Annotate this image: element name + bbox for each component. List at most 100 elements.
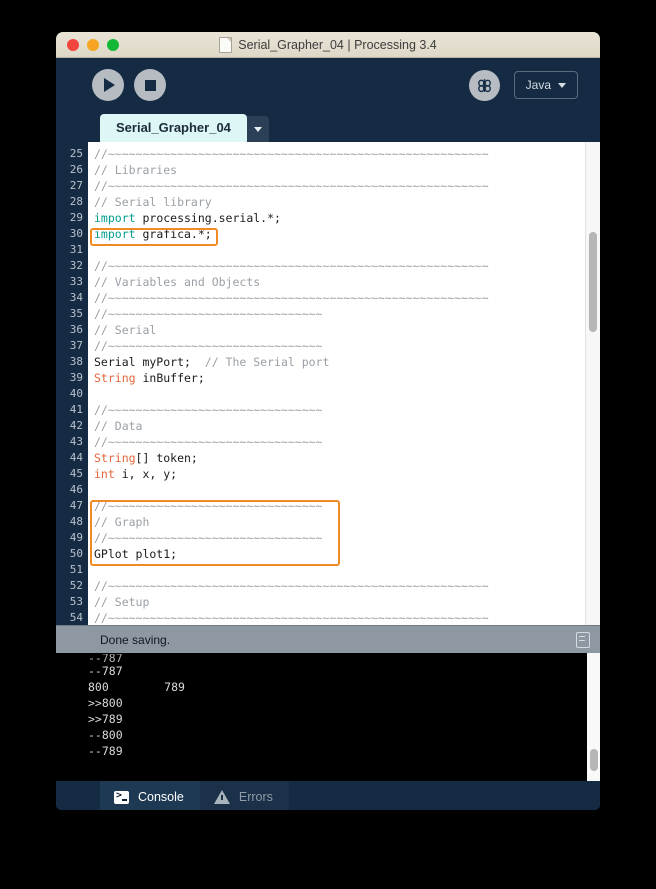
line-number: 44 — [69, 451, 83, 464]
code-token: //~~~~~~~~~~~~~~~~~~~~~~~~~~~~~~~~~~~~~~… — [94, 147, 489, 161]
console-output[interactable]: --787 --787 800 789 >>800 >>789 --800 --789 — [56, 653, 600, 781]
line-number: 30 — [69, 227, 83, 240]
code-line: // Variables and Objects — [88, 274, 585, 290]
run-button[interactable] — [92, 69, 124, 101]
code-token: //~~~~~~~~~~~~~~~~~~~~~~~~~~~~~~~~~~~~~~… — [94, 179, 489, 193]
maximize-button[interactable] — [107, 38, 119, 51]
line-number: 42 — [69, 419, 83, 432]
code-token: // Setup — [94, 595, 150, 609]
main-toolbar: Java — [56, 58, 600, 112]
chevron-down-icon — [558, 82, 566, 88]
mode-label: Java — [525, 78, 551, 92]
code-token: grafica.*; — [135, 227, 212, 241]
line-number: 34 — [69, 291, 83, 304]
console-line: 800 789 — [88, 680, 185, 694]
line-number-gutter: 25 26 27 28 29 30 31 32 33 34 35 36 37 38 39 40 41 42 43 44… — [56, 142, 88, 625]
sketch-tabbar: Serial_Grapher_04 — [56, 112, 600, 142]
code-token: //~~~~~~~~~~~~~~~~~~~~~~~~~~~~~~~ — [94, 499, 323, 513]
code-token: //~~~~~~~~~~~~~~~~~~~~~~~~~~~~~~~~~~~~~~… — [94, 611, 489, 625]
processing-ide-window: Serial_Grapher_04 | Processing 3.4 Java … — [56, 32, 600, 810]
code-token: inBuffer; — [135, 371, 205, 385]
tab-menu-button[interactable] — [246, 116, 269, 142]
tab-console[interactable]: Console — [100, 781, 200, 810]
debug-button[interactable] — [468, 69, 500, 101]
line-number: 28 — [69, 195, 83, 208]
close-button[interactable] — [67, 38, 79, 51]
code-token: String — [94, 451, 136, 465]
line-number: 29 — [69, 211, 83, 224]
code-token: import — [94, 227, 136, 241]
editor-scrollbar-thumb[interactable] — [589, 232, 597, 332]
code-token: //~~~~~~~~~~~~~~~~~~~~~~~~~~~~~~~~~~~~~~… — [94, 291, 489, 305]
code-token: processing.serial.*; — [135, 211, 281, 225]
line-number: 40 — [69, 387, 83, 400]
copy-icon[interactable] — [576, 631, 590, 648]
bug-icon — [477, 78, 491, 92]
stop-button[interactable] — [134, 69, 166, 101]
line-number: 51 — [69, 563, 83, 576]
code-token: Serial myPort; — [94, 355, 205, 369]
console-line: --789 — [88, 744, 123, 758]
code-token: // Serial library — [94, 195, 212, 209]
document-icon — [219, 36, 233, 53]
code-line: //~~~~~~~~~~~~~~~~~~~~~~~~~~~~~~~ — [88, 498, 585, 514]
line-number: 36 — [69, 323, 83, 336]
line-number: 52 — [69, 579, 83, 592]
status-bar: Done saving. — [56, 625, 600, 653]
console-line: --800 — [88, 728, 123, 742]
line-number: 33 — [69, 275, 83, 288]
code-line: // Serial library — [88, 194, 585, 210]
window-titlebar: Serial_Grapher_04 | Processing 3.4 — [56, 32, 600, 58]
mode-select[interactable]: Java — [513, 71, 578, 99]
code-token: String — [94, 371, 136, 385]
line-number: 25 — [69, 147, 83, 160]
line-number: 41 — [69, 403, 83, 416]
line-number: 35 — [69, 307, 83, 320]
console-scrollbar-thumb[interactable] — [590, 749, 598, 771]
code-line: import grafica.*; — [88, 226, 585, 242]
code-line: //~~~~~~~~~~~~~~~~~~~~~~~~~~~~~~~~~~~~~~… — [88, 610, 585, 625]
console-line: --787 — [88, 654, 123, 663]
tab-errors[interactable]: Errors — [199, 781, 289, 810]
code-token: //~~~~~~~~~~~~~~~~~~~~~~~~~~~~~~~ — [94, 339, 323, 353]
console-scrollbar[interactable] — [587, 653, 600, 781]
tab-console-label: Console — [138, 790, 184, 804]
code-area[interactable]: //~~~~~~~~~~~~~~~~~~~~~~~~~~~~~~~~~~~~~~… — [88, 142, 585, 625]
code-token: //~~~~~~~~~~~~~~~~~~~~~~~~~~~~~~~ — [94, 403, 323, 417]
line-number: 38 — [69, 355, 83, 368]
code-line: //~~~~~~~~~~~~~~~~~~~~~~~~~~~~~~~~~~~~~~… — [88, 146, 585, 162]
code-line: // Graph — [88, 514, 585, 530]
line-number: 50 — [69, 547, 83, 560]
code-line: String inBuffer; — [88, 370, 585, 386]
console-lines: --787 --787 800 789 >>800 >>789 --800 --789 — [88, 653, 587, 781]
terminal-icon — [114, 790, 129, 804]
code-line: //~~~~~~~~~~~~~~~~~~~~~~~~~~~~~~~ — [88, 402, 585, 418]
line-number: 31 — [69, 243, 83, 256]
code-editor[interactable]: 25 26 27 28 29 30 31 32 33 34 35 36 37 38 39 40 41 42 43 44… — [56, 142, 600, 625]
code-token: GPlot plot1; — [94, 547, 178, 561]
code-line: //~~~~~~~~~~~~~~~~~~~~~~~~~~~~~~~~~~~~~~… — [88, 258, 585, 274]
code-line: //~~~~~~~~~~~~~~~~~~~~~~~~~~~~~~~ — [88, 338, 585, 354]
code-line: // Serial — [88, 322, 585, 338]
editor-scrollbar[interactable] — [585, 142, 600, 625]
code-token: //~~~~~~~~~~~~~~~~~~~~~~~~~~~~~~~ — [94, 531, 323, 545]
code-line: String[] token; — [88, 450, 585, 466]
code-token: import — [94, 211, 136, 225]
code-token: // Variables and Objects — [94, 275, 261, 289]
code-token: // Serial — [94, 323, 157, 337]
minimize-button[interactable] — [87, 38, 99, 51]
tab-serial-grapher-04[interactable]: Serial_Grapher_04 — [100, 114, 247, 142]
code-line: //~~~~~~~~~~~~~~~~~~~~~~~~~~~~~~~~~~~~~~… — [88, 290, 585, 306]
console-left-margin — [56, 653, 88, 781]
code-line: import processing.serial.*; — [88, 210, 585, 226]
code-token: //~~~~~~~~~~~~~~~~~~~~~~~~~~~~~~~ — [94, 435, 323, 449]
play-icon — [104, 78, 115, 92]
code-token: //~~~~~~~~~~~~~~~~~~~~~~~~~~~~~~~~~~~~~~… — [94, 259, 489, 273]
code-line: // Data — [88, 418, 585, 434]
code-line: //~~~~~~~~~~~~~~~~~~~~~~~~~~~~~~~~~~~~~~… — [88, 578, 585, 594]
console-line: >>800 — [88, 696, 123, 710]
code-line: //~~~~~~~~~~~~~~~~~~~~~~~~~~~~~~~ — [88, 434, 585, 450]
